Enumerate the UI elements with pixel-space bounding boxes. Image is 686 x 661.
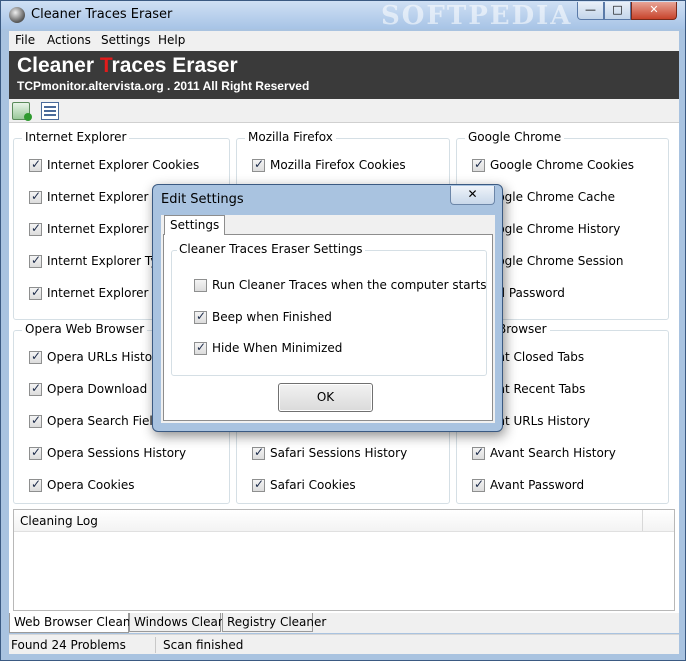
close-button[interactable]: ✕ (631, 2, 677, 20)
settings-group: Cleaner Traces Eraser Settings Run Clean… (171, 242, 487, 376)
banner-title: Cleaner Traces Eraser (17, 54, 238, 77)
window-title: Cleaner Traces Eraser (31, 7, 173, 22)
cleaning-log[interactable]: Cleaning Log (13, 509, 675, 611)
banner-subtitle: TCPmonitor.altervista.org . 2011 All Rig… (17, 79, 310, 93)
group-title: Internet Explorer (22, 130, 130, 144)
checkbox-icon[interactable] (29, 477, 42, 492)
group-title: Google Chrome (465, 130, 565, 144)
checkbox-icon[interactable] (194, 340, 207, 355)
group-title: Opera Web Browser (22, 322, 148, 336)
checkbox-icon[interactable] (472, 445, 485, 460)
menu-settings[interactable]: Settings (101, 33, 150, 47)
menu-help[interactable]: Help (158, 33, 185, 47)
bottom-tab-strip: Web Browser Cleaner Windows Cleaner Regi… (9, 613, 679, 633)
status-bar: Found 24 Problems Scan finished (9, 634, 679, 654)
title-bar[interactable]: Cleaner Traces Eraser SOFTPEDIA — □ ✕ (1, 1, 685, 31)
checkbox-icon[interactable] (472, 477, 485, 492)
status-separator (155, 637, 156, 653)
menu-bar: File Actions Settings Help (9, 31, 679, 51)
checkbox-icon[interactable] (29, 445, 42, 460)
tab-settings[interactable]: Settings (164, 215, 226, 235)
dialog-close-button[interactable]: ✕ (450, 186, 495, 205)
checkbox-icon[interactable] (29, 413, 42, 428)
checkbox-icon[interactable] (194, 309, 207, 324)
settings-tab-panel: Cleaner Traces Eraser Settings Run Clean… (163, 234, 493, 421)
checkbox-icon[interactable] (252, 445, 265, 460)
tab-web-browser-cleaner[interactable]: Web Browser Cleaner (9, 613, 143, 633)
checkbox-icon[interactable] (252, 157, 265, 172)
dialog-title: Edit Settings (161, 192, 244, 207)
checkbox-icon[interactable] (29, 189, 42, 204)
column-separator (642, 510, 643, 531)
maximize-button[interactable]: □ (604, 2, 631, 20)
ok-button[interactable]: OK (278, 383, 373, 412)
settings-list-icon[interactable] (41, 102, 59, 120)
checkbox-icon[interactable] (472, 157, 485, 172)
log-header: Cleaning Log (14, 510, 674, 532)
edit-settings-dialog: Edit Settings ✕ Cleaner Traces Eraser Se… (152, 184, 503, 432)
main-window: Cleaner Traces Eraser SOFTPEDIA — □ ✕ Fi… (0, 0, 686, 661)
checkbox-icon[interactable] (29, 253, 42, 268)
checkbox-icon[interactable] (29, 285, 42, 300)
menu-actions[interactable]: Actions (47, 33, 91, 47)
checkbox-icon[interactable] (29, 157, 42, 172)
tab-registry-cleaner[interactable]: Registry Cleaner (222, 613, 326, 632)
minimize-button[interactable]: — (577, 2, 604, 20)
menu-file[interactable]: File (15, 33, 35, 47)
status-state: Scan finished (163, 638, 244, 652)
dialog-body: Cleaner Traces Eraser Settings Run Clean… (161, 215, 495, 423)
group-title: Mozilla Firefox (245, 130, 336, 144)
app-banner: Cleaner Traces Eraser TCPmonitor.altervi… (9, 51, 679, 99)
checkbox-icon[interactable] (29, 221, 42, 236)
toolbar (9, 99, 679, 123)
status-found: Found 24 Problems (11, 638, 126, 652)
watermark: SOFTPEDIA (381, 1, 573, 31)
checkbox-icon[interactable] (194, 279, 207, 292)
tab-windows-cleaner[interactable]: Windows Cleaner (129, 613, 238, 632)
run-clean-icon[interactable] (12, 102, 32, 121)
checkbox-icon[interactable] (252, 477, 265, 492)
settings-group-title: Cleaner Traces Eraser Settings (177, 242, 365, 256)
checkbox-icon[interactable] (29, 381, 42, 396)
checkbox-icon[interactable] (29, 349, 42, 364)
app-icon (9, 7, 25, 23)
